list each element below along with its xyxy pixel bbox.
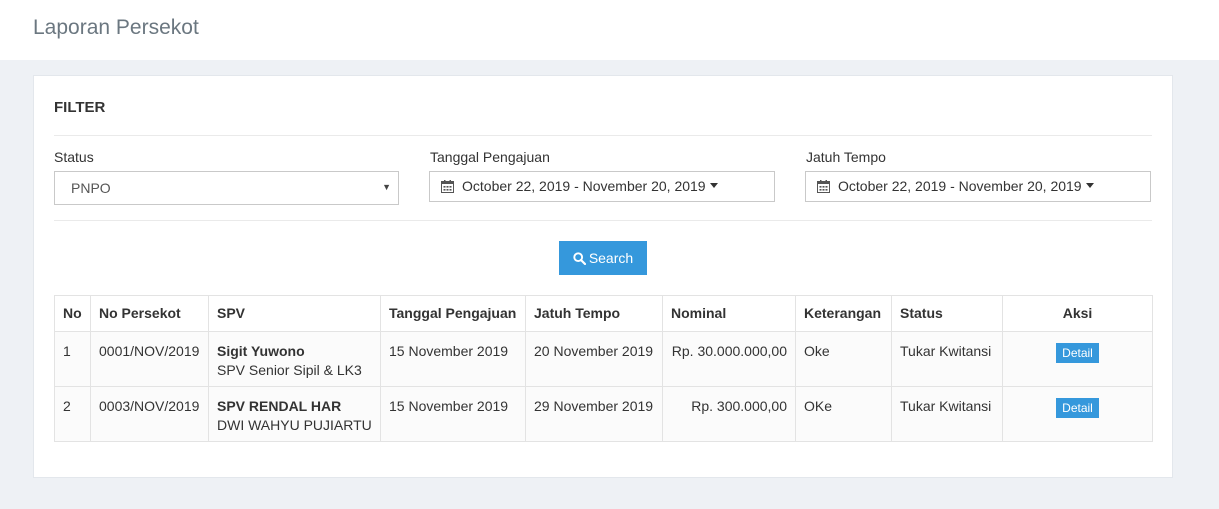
search-icon xyxy=(573,251,586,265)
cell-status: Tukar Kwitansi xyxy=(891,386,1003,442)
divider xyxy=(54,135,1152,136)
jatuh-tempo-value: October 22, 2019 - November 20, 2019 xyxy=(838,178,1082,194)
tanggal-pengajuan-label: Tanggal Pengajuan xyxy=(430,149,550,165)
cell-nominal: Rp. 300.000,00 xyxy=(662,386,796,442)
detail-button[interactable]: Detail xyxy=(1056,398,1099,418)
cell-spv: Sigit Yuwono SPV Senior Sipil & LK3 xyxy=(208,331,381,387)
calendar-icon xyxy=(441,180,454,193)
cell-nominal: Rp. 30.000.000,00 xyxy=(662,331,796,387)
tanggal-pengajuan-range-text: October 22, 2019 - November 20, 2019 xyxy=(462,178,718,194)
column-header-keterangan[interactable]: Keterangan xyxy=(795,295,892,332)
caret-down-icon xyxy=(709,182,718,188)
column-header-tanggal-pengajuan[interactable]: Tanggal Pengajuan xyxy=(380,295,526,332)
divider xyxy=(54,220,1152,221)
table-header-row: No No Persekot SPV Tanggal Pengajuan Jat… xyxy=(54,295,1153,332)
cell-no: 1 xyxy=(54,331,91,387)
column-header-aksi: Aksi xyxy=(1002,295,1153,332)
column-header-status[interactable]: Status xyxy=(891,295,1003,332)
cell-no: 2 xyxy=(54,386,91,442)
cell-keterangan: OKe xyxy=(795,386,892,442)
jatuh-tempo-daterange[interactable]: October 22, 2019 - November 20, 2019 xyxy=(805,171,1151,202)
cell-no-persekot: 0003/NOV/2019 xyxy=(90,386,209,442)
tanggal-pengajuan-value: October 22, 2019 - November 20, 2019 xyxy=(462,178,706,194)
cell-aksi: Detail xyxy=(1002,331,1153,387)
spv-role: SPV Senior Sipil & LK3 xyxy=(217,362,362,378)
column-header-spv[interactable]: SPV xyxy=(208,295,381,332)
cell-spv: SPV RENDAL HAR DWI WAHYU PUJIARTU xyxy=(208,386,381,442)
status-label: Status xyxy=(54,149,94,165)
cell-keterangan: Oke xyxy=(795,331,892,387)
filter-title: FILTER xyxy=(54,99,106,116)
page-header: Laporan Persekot xyxy=(0,0,1219,60)
dropdown-arrow-icon: ▼ xyxy=(382,182,391,192)
status-select-value: PNPO xyxy=(71,180,111,196)
tanggal-pengajuan-daterange[interactable]: October 22, 2019 - November 20, 2019 xyxy=(429,171,775,202)
cell-tanggal-pengajuan: 15 November 2019 xyxy=(380,386,526,442)
cell-jatuh-tempo: 20 November 2019 xyxy=(525,331,663,387)
spv-name: SPV RENDAL HAR xyxy=(217,398,342,414)
cell-no-persekot: 0001/NOV/2019 xyxy=(90,331,209,387)
cell-tanggal-pengajuan: 15 November 2019 xyxy=(380,331,526,387)
jatuh-tempo-range-text: October 22, 2019 - November 20, 2019 xyxy=(838,178,1094,194)
column-header-no[interactable]: No xyxy=(54,295,91,332)
column-header-no-persekot[interactable]: No Persekot xyxy=(90,295,209,332)
cell-status: Tukar Kwitansi xyxy=(891,331,1003,387)
table-row: 1 0001/NOV/2019 Sigit Yuwono SPV Senior … xyxy=(54,331,1153,387)
column-header-jatuh-tempo[interactable]: Jatuh Tempo xyxy=(525,295,663,332)
table-row: 2 0003/NOV/2019 SPV RENDAL HAR DWI WAHYU… xyxy=(54,386,1153,442)
page-title: Laporan Persekot xyxy=(33,16,199,39)
detail-button[interactable]: Detail xyxy=(1056,343,1099,363)
cell-aksi: Detail xyxy=(1002,386,1153,442)
search-button-label: Search xyxy=(588,250,634,266)
calendar-icon xyxy=(817,180,830,193)
spv-role: DWI WAHYU PUJIARTU xyxy=(217,417,372,433)
status-select[interactable]: PNPO ▼ xyxy=(54,171,399,205)
search-button[interactable]: Search xyxy=(559,241,647,275)
caret-down-icon xyxy=(1085,182,1094,188)
column-header-nominal[interactable]: Nominal xyxy=(662,295,796,332)
cell-jatuh-tempo: 29 November 2019 xyxy=(525,386,663,442)
filter-card: FILTER Status PNPO ▼ Tanggal Pengajuan O… xyxy=(33,75,1173,478)
persekot-table: No No Persekot SPV Tanggal Pengajuan Jat… xyxy=(54,295,1153,442)
jatuh-tempo-label: Jatuh Tempo xyxy=(806,149,886,165)
spv-name: Sigit Yuwono xyxy=(217,343,305,359)
